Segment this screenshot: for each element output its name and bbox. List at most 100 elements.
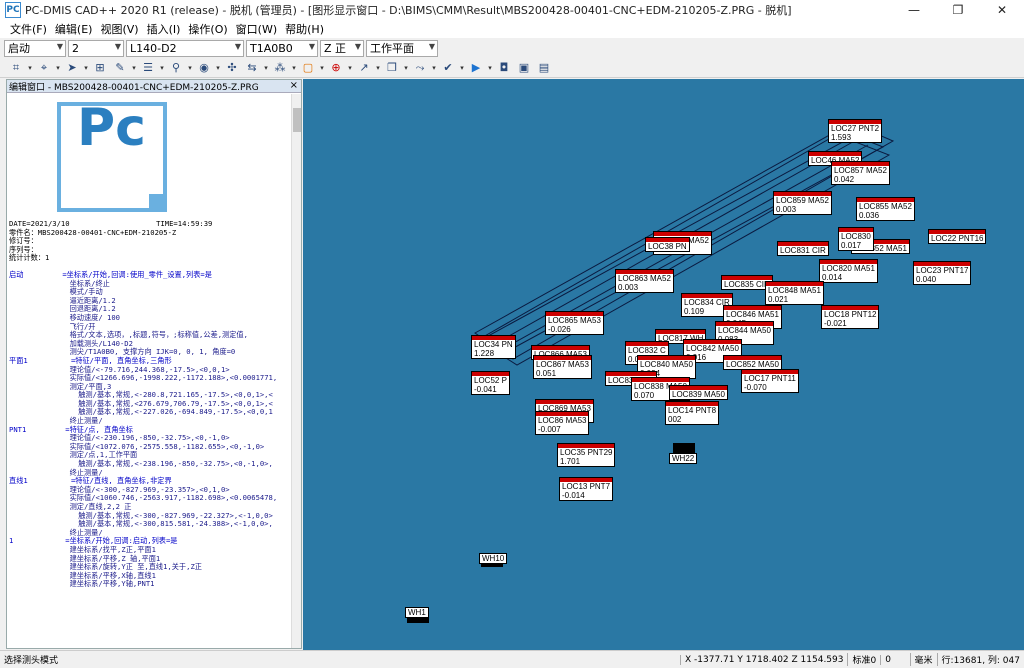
list-icon[interactable]: ☰	[140, 60, 156, 76]
chevron-down-icon[interactable]: ▾	[374, 64, 382, 72]
scroll-thumb[interactable]	[293, 108, 301, 132]
feature-label[interactable]: LOC18 PNT12 -0.021	[821, 305, 880, 329]
status-state: 标准0	[847, 653, 880, 666]
chevron-down-icon[interactable]: ▾	[486, 64, 494, 72]
axis-select[interactable]: Z 正 ▼	[320, 39, 364, 57]
play-icon[interactable]: ▶	[468, 60, 484, 76]
label-name: LOC38 PN	[648, 242, 687, 251]
box-icon[interactable]: ▢	[300, 60, 316, 76]
workplane-select[interactable]: 工作平面 ▼	[366, 39, 438, 57]
menu-operation[interactable]: 操作(O)	[184, 21, 231, 37]
measure-icon[interactable]: ⇆	[244, 60, 260, 76]
feature-label[interactable]: LOC848 MA51 0.021	[765, 281, 824, 305]
feature-label[interactable]: LOC14 PNT8 002	[665, 401, 720, 425]
menu-window[interactable]: 窗口(W)	[232, 21, 281, 37]
chevron-down-icon[interactable]: ▾	[158, 64, 166, 72]
feature-label[interactable]: LOC839 MA50	[669, 385, 728, 400]
chevron-down-icon[interactable]: ▾	[82, 64, 90, 72]
feature-label[interactable]: LOC27 PNT2 1.593	[828, 119, 883, 143]
vertical-scrollbar[interactable]	[291, 94, 301, 648]
label-name: LOC857 MA52	[834, 166, 887, 175]
window-title: PC-DMIS CAD++ 2020 R1 (release) - 脱机 (管理…	[25, 4, 792, 17]
chevron-down-icon[interactable]: ▾	[54, 64, 62, 72]
comment-icon[interactable]: ✎	[112, 60, 128, 76]
code-line[interactable]: 建坐标系/平移,Y轴,PNT1	[9, 580, 291, 589]
globe-icon[interactable]: ◉	[196, 60, 212, 76]
code-lines: 启动 =坐标系/开始,回调:使用_零件_设置,列表=是 坐标系/终止 模式/手动…	[9, 270, 291, 589]
feature-label[interactable]: WH22	[669, 453, 698, 464]
chevron-down-icon[interactable]: ▾	[130, 64, 138, 72]
menu-file[interactable]: 文件(F)	[6, 21, 51, 37]
picture-icon[interactable]: ▤	[536, 60, 552, 76]
label-name: WH22	[672, 454, 695, 463]
feature-label[interactable]: LOC867 MA53 0.051	[533, 355, 592, 379]
header-line: 序列号：	[9, 244, 38, 254]
label-value: 0.017	[841, 241, 862, 250]
pointer-icon[interactable]: ⌖	[36, 60, 52, 76]
status-line-col: 行:13681, 列: 047	[936, 653, 1024, 666]
close-icon[interactable]: ×	[290, 80, 298, 91]
close-button[interactable]: ✕	[980, 0, 1024, 20]
feature-label[interactable]: LOC22 PNT16	[928, 229, 987, 244]
feature-label[interactable]: LOC34 PN 1.228	[471, 335, 516, 359]
feature-label[interactable]: LOC13 PNT7 -0.014	[559, 477, 614, 501]
feature-label[interactable]: LOC52 P -0.041	[471, 371, 510, 395]
feature-label[interactable]: LOC830 0.017	[838, 227, 874, 251]
axes-icon[interactable]: ✣	[224, 60, 240, 76]
grid-icon[interactable]: ⊞	[92, 60, 108, 76]
chevron-down-icon[interactable]: ▾	[262, 64, 270, 72]
chevron-down-icon[interactable]: ▾	[346, 64, 354, 72]
feature-label[interactable]: LOC852 MA50	[723, 355, 782, 370]
menu-edit[interactable]: 编辑(E)	[51, 21, 97, 37]
program-text[interactable]: Pc DATE=2021/3/10 TIME=14:59:39 零件名：MBS20…	[9, 94, 291, 648]
feature-label[interactable]: LOC23 PNT17 0.040	[913, 261, 972, 285]
maximize-button[interactable]: ❐	[936, 0, 980, 20]
tip-select[interactable]: T1A0B0 ▼	[246, 39, 318, 57]
feature-label[interactable]: LOC831 CIR	[777, 241, 829, 256]
feature-label[interactable]: LOC857 MA52 0.042	[831, 161, 890, 185]
chevron-down-icon[interactable]: ▾	[458, 64, 466, 72]
check-icon[interactable]: ✔	[440, 60, 456, 76]
chevron-down-icon[interactable]: ▾	[318, 64, 326, 72]
chevron-down-icon[interactable]: ▾	[290, 64, 298, 72]
feature-label[interactable]: WH1	[405, 607, 429, 618]
construct-icon[interactable]: ↗	[356, 60, 372, 76]
menu-insert[interactable]: 插入(I)	[143, 21, 185, 37]
image-icon[interactable]: ▣	[516, 60, 532, 76]
copy-icon[interactable]: ❐	[384, 60, 400, 76]
chevron-down-icon[interactable]: ▾	[214, 64, 222, 72]
probe-icon[interactable]: ⚲	[168, 60, 184, 76]
alignment-select[interactable]: 启动 ▼	[4, 39, 66, 57]
points-icon[interactable]: ⁂	[272, 60, 288, 76]
feature-label[interactable]: LOC865 MA53 -0.026	[545, 311, 604, 335]
feature-label[interactable]: LOC35 PNT29 1.701	[557, 443, 616, 467]
camera-icon[interactable]: ◘	[496, 60, 512, 76]
path-icon[interactable]: ⤳	[412, 60, 428, 76]
label-name: LOC34 PN	[474, 340, 513, 349]
feature-label[interactable]: LOC820 MA51 0.014	[819, 259, 878, 283]
minimize-button[interactable]: —	[892, 0, 936, 20]
probe-select[interactable]: L140-D2 ▼	[126, 39, 244, 57]
menu-help[interactable]: 帮助(H)	[281, 21, 328, 37]
feature-label[interactable]: LOC855 MA52 0.036	[856, 197, 915, 221]
graphics-display-window[interactable]: LOC27 PNT21.593LOC46 MA52LOC857 MA520.04…	[303, 79, 1024, 650]
label-name: LOC86 MA53	[538, 416, 587, 425]
label-name: LOC848 MA51	[768, 286, 821, 295]
feature-label[interactable]: LOC86 MA53 -0.007	[535, 411, 590, 435]
feature-label[interactable]: LOC863 MA52 0.003	[615, 269, 674, 293]
chevron-down-icon[interactable]: ▾	[430, 64, 438, 72]
chevron-down-icon[interactable]: ▾	[186, 64, 194, 72]
chevron-down-icon[interactable]: ▾	[26, 64, 34, 72]
feature-label[interactable]: LOC859 MA52 0.003	[773, 191, 832, 215]
crosshair-icon[interactable]: ⊕	[328, 60, 344, 76]
probe-number-select[interactable]: 2 ▼	[68, 39, 124, 57]
chevron-down-icon: ▼	[234, 41, 241, 51]
feature-label[interactable]: LOC38 PN	[645, 237, 690, 252]
menu-view[interactable]: 视图(V)	[96, 21, 142, 37]
mode-icon[interactable]: ⌗	[8, 60, 24, 76]
setup-toolbar: 启动 ▼ 2 ▼ L140-D2 ▼ T1A0B0 ▼ Z 正 ▼ 工作平面 ▼	[0, 38, 1024, 58]
cursor-icon[interactable]: ➤	[64, 60, 80, 76]
chevron-down-icon[interactable]: ▾	[402, 64, 410, 72]
feature-label[interactable]: WH10	[479, 553, 508, 564]
feature-label[interactable]: LOC17 PNT11 -0.070	[741, 369, 799, 393]
